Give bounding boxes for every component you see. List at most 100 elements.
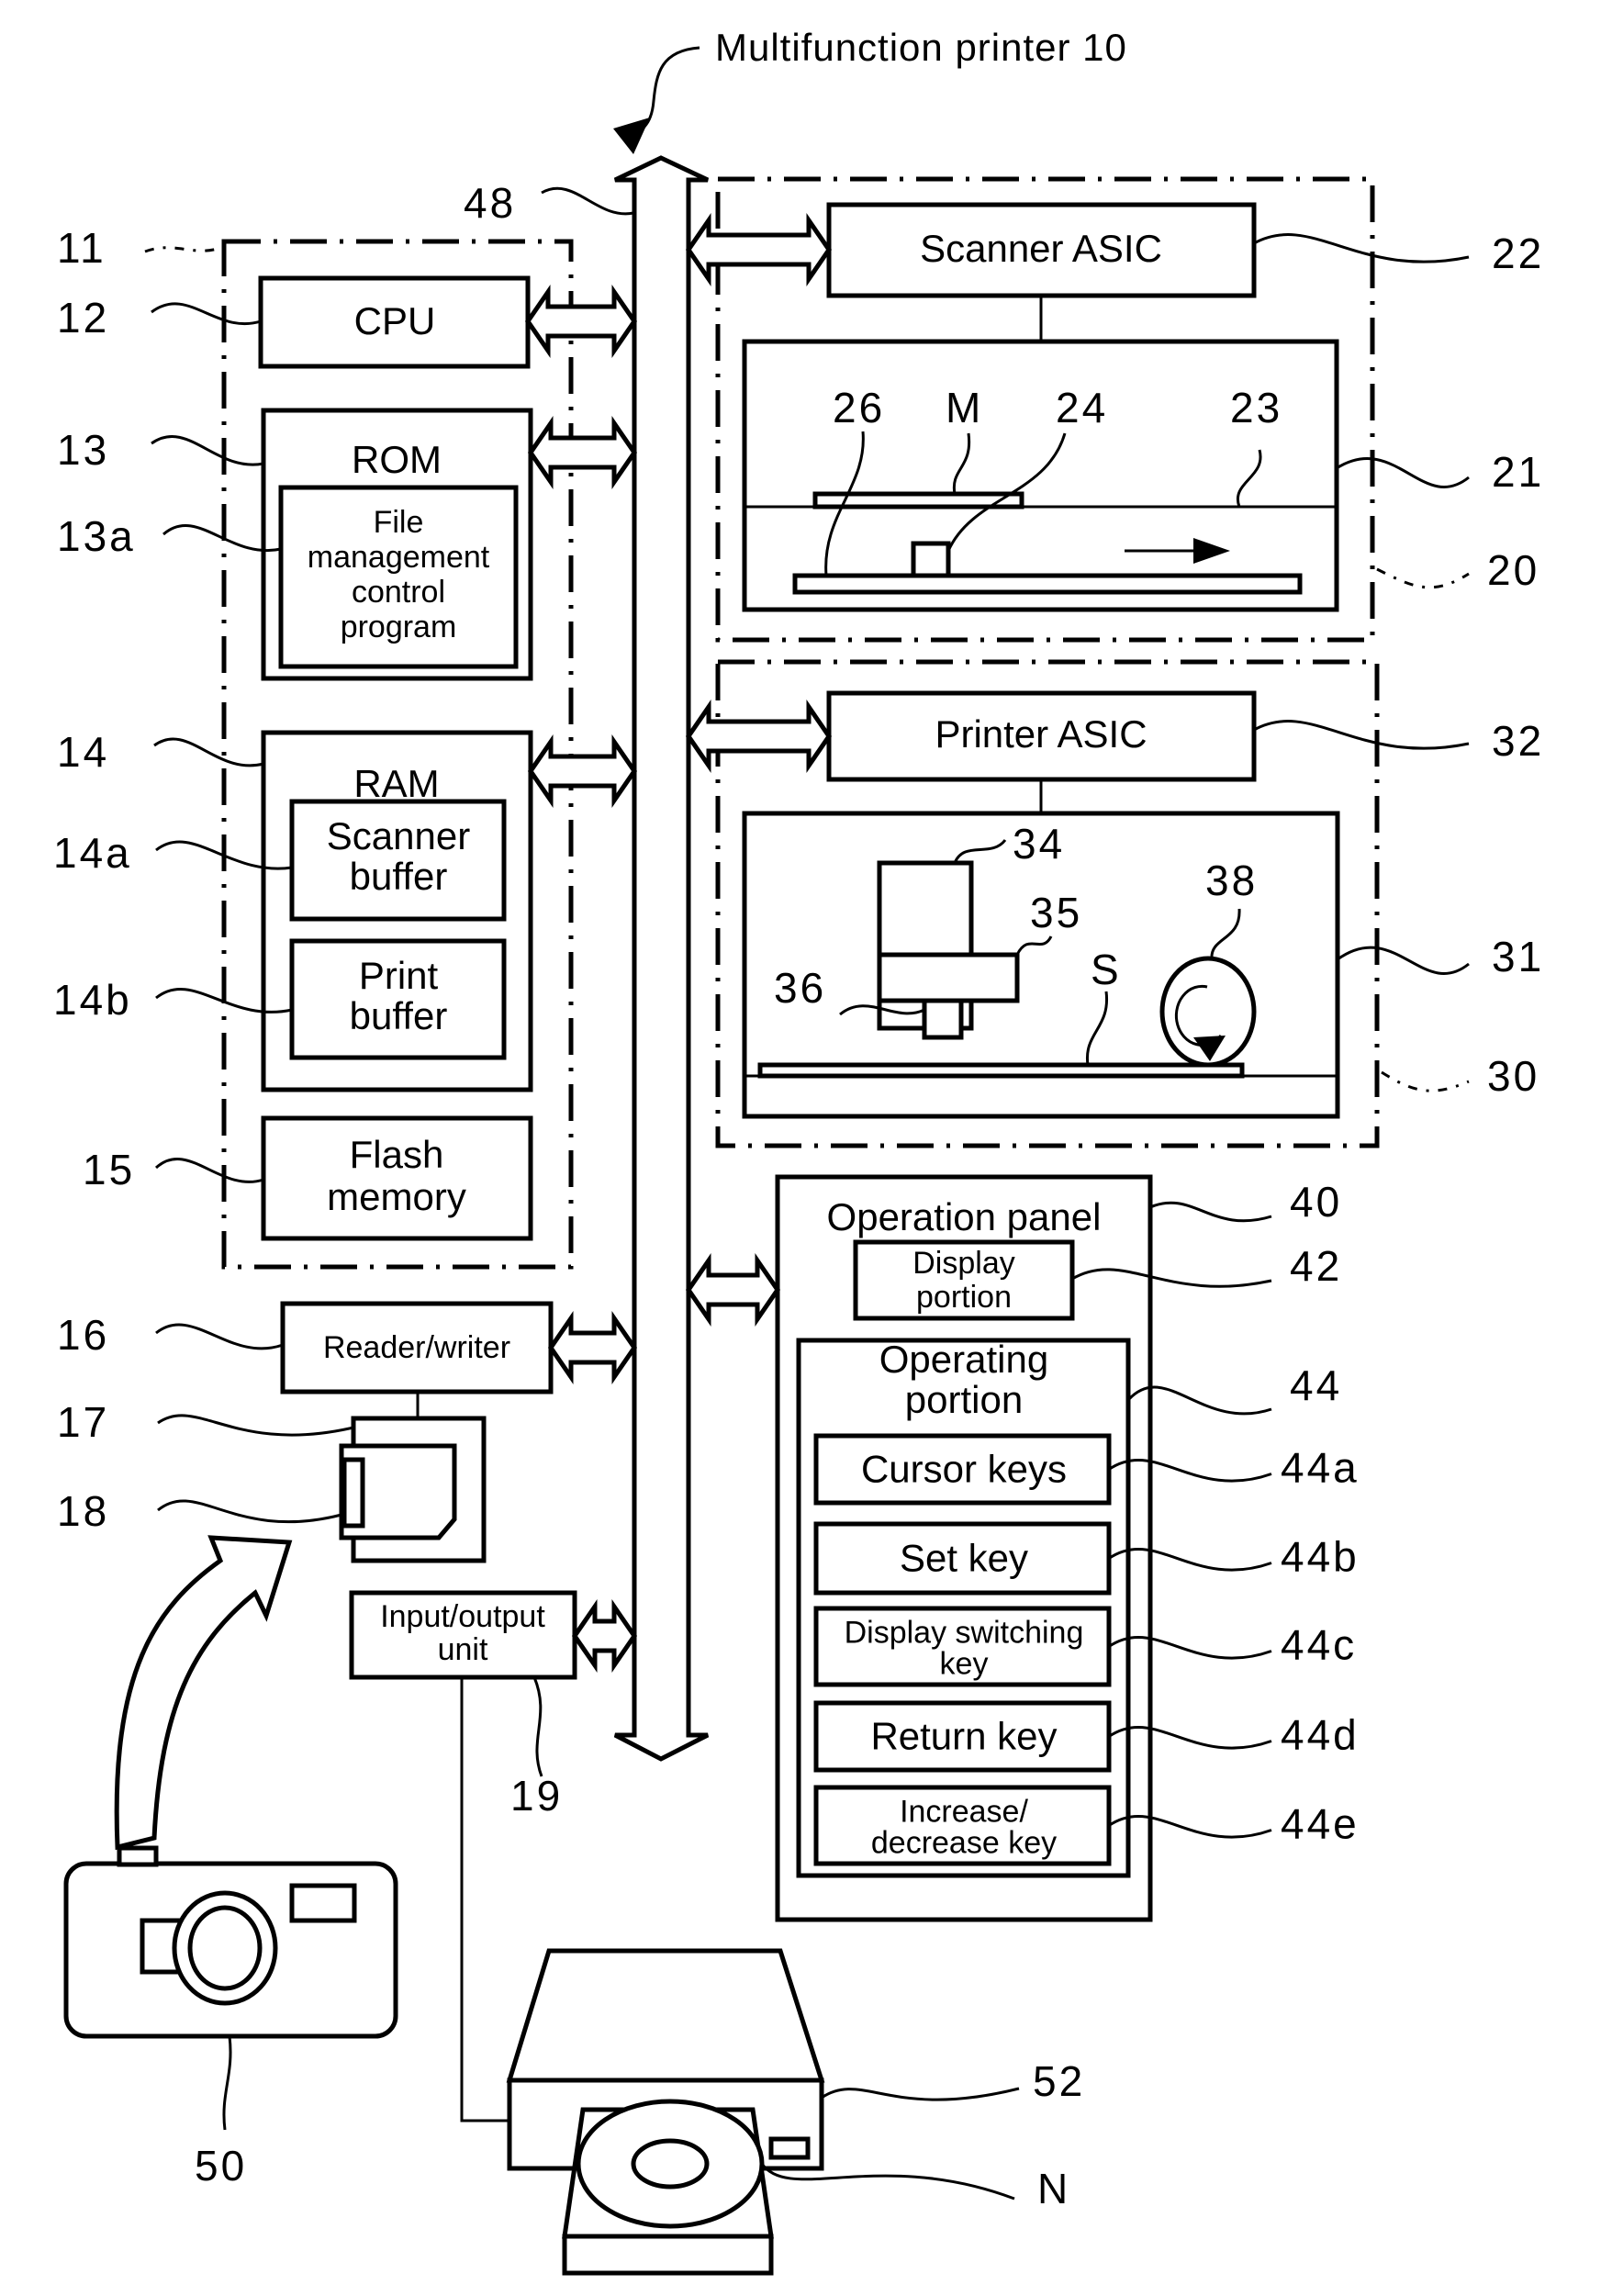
text-line: Scanner [327, 814, 470, 857]
ref-19: 19 [510, 1772, 563, 1820]
leader-22 [1253, 233, 1470, 263]
printer-asic-label: Printer ASIC [935, 712, 1147, 756]
operation-panel-label: Operation panel [827, 1195, 1102, 1238]
ref-15: 15 [83, 1146, 135, 1193]
key-label: key [940, 1647, 989, 1682]
key-label: Cursor keys [861, 1448, 1067, 1491]
leader-30 [1381, 1070, 1470, 1092]
rom-label: ROM [352, 438, 442, 481]
ref-11: 11 [57, 224, 106, 272]
ref-44d: 44d [1281, 1711, 1360, 1759]
ref-M: M [946, 384, 983, 431]
print-head [877, 952, 1020, 1003]
leader-20 [1376, 567, 1470, 589]
leader-21 [1336, 457, 1470, 488]
reader-writer-label: Reader/writer [323, 1330, 510, 1365]
key-44a: Cursor keys [813, 1433, 1112, 1506]
ref-S: S [1091, 946, 1122, 993]
image-sensor [911, 541, 951, 578]
text-line: buffer [350, 855, 448, 898]
io-unit-bus-link [571, 1598, 638, 1674]
leader-31 [1337, 946, 1470, 976]
ref-17: 17 [57, 1398, 109, 1446]
key-label: Return key [870, 1715, 1057, 1758]
ref-44c: 44c [1281, 1621, 1357, 1669]
ref-44a: 44a [1281, 1444, 1360, 1492]
ref-14a: 14a [53, 829, 132, 877]
printer-asic-block: Printer ASIC [826, 690, 1257, 782]
ref-36: 36 [774, 964, 826, 1012]
text-line: program [341, 610, 457, 644]
ram-label: RAM [353, 762, 439, 805]
leader-50 [222, 2035, 232, 2131]
text-line: Operating [879, 1338, 1048, 1381]
sensor-rail [792, 573, 1303, 595]
key-44c: Display switchingkey [813, 1606, 1112, 1687]
leader-14 [153, 737, 264, 767]
text-line: Flash [350, 1133, 444, 1176]
text-line: control [352, 575, 445, 610]
leader-16 [155, 1323, 284, 1350]
key-label: Increase/ [900, 1795, 1028, 1830]
print-sheet [757, 1062, 1245, 1079]
display-portion-text: Displayportion [912, 1246, 1014, 1315]
text-line: management [308, 540, 490, 575]
title-arrowhead-icon [613, 118, 650, 154]
ref-14: 14 [57, 728, 109, 776]
print-buffer-text: Printbuffer [350, 954, 448, 1037]
leader-13 [151, 435, 264, 466]
ref-32: 32 [1492, 717, 1544, 765]
system-bus [613, 155, 710, 1762]
key-list: Cursor keys Set key Display switchingkey Re… [813, 1433, 1112, 1866]
key-label: Set key [900, 1537, 1028, 1580]
key-label: decrease key [871, 1826, 1057, 1861]
rom-bus-link [527, 415, 638, 490]
scanner-mechanism [742, 339, 1339, 612]
ref-24: 24 [1056, 384, 1108, 431]
key-44d: Return key [813, 1700, 1112, 1773]
text-line: Input/output [380, 1599, 545, 1634]
leader-52 [821, 2087, 1020, 2101]
ref-42: 42 [1290, 1242, 1342, 1290]
ref-44b: 44b [1281, 1533, 1360, 1581]
memory-card-icon [339, 1443, 457, 1540]
ref-12: 12 [57, 294, 109, 342]
ref-13: 13 [57, 426, 109, 474]
flash-memory-block: Flashmemory [261, 1115, 533, 1241]
printer-asic-bus-link [685, 699, 833, 774]
ref-34: 34 [1013, 820, 1065, 868]
leader-15 [154, 1157, 264, 1183]
rom-block: ROM Filemanagementcontrolprogram [261, 408, 533, 681]
ref-31: 31 [1492, 933, 1544, 980]
ref-22: 22 [1492, 230, 1544, 277]
ref-14b: 14b [53, 976, 132, 1024]
ref-26: 26 [833, 384, 885, 431]
ref-N: N [1037, 2165, 1070, 2212]
leader-40 [1149, 1201, 1272, 1223]
ref-44e: 44e [1281, 1800, 1360, 1848]
leader-48 [541, 186, 634, 216]
ref-23: 23 [1230, 384, 1282, 431]
cpu-block: CPU [258, 275, 531, 369]
nozzle [922, 998, 964, 1040]
insert-card-arrow [114, 1535, 293, 1851]
ref-40: 40 [1290, 1178, 1342, 1226]
scanner-asic-label: Scanner ASIC [920, 227, 1162, 270]
block-diagram: Multifunction printer 10 48 11 CPU 12 RO… [0, 0, 1612, 2296]
scanner-asic-block: Scanner ASIC [826, 202, 1257, 298]
cpu-label: CPU [354, 299, 436, 342]
reader-writer-block: Reader/writer [280, 1301, 554, 1394]
ram-block: RAM Scannerbuffer Printbuffer [261, 730, 533, 1092]
text-line: unit [438, 1632, 488, 1667]
ref-16: 16 [57, 1311, 109, 1359]
diagram-canvas: Multifunction printer 10 48 11 CPU 12 RO… [53, 26, 1544, 2276]
text-line: memory [327, 1175, 466, 1218]
figure-title: Multifunction printer 10 [715, 26, 1127, 69]
cpu-bus-link [524, 284, 638, 359]
ref-38: 38 [1205, 857, 1258, 904]
digital-camera-icon [63, 1845, 398, 2039]
leader-17 [157, 1414, 354, 1437]
io-to-drive-cable [460, 1677, 509, 2122]
key-44b: Set key [813, 1521, 1112, 1596]
ram-bus-link [527, 734, 638, 809]
